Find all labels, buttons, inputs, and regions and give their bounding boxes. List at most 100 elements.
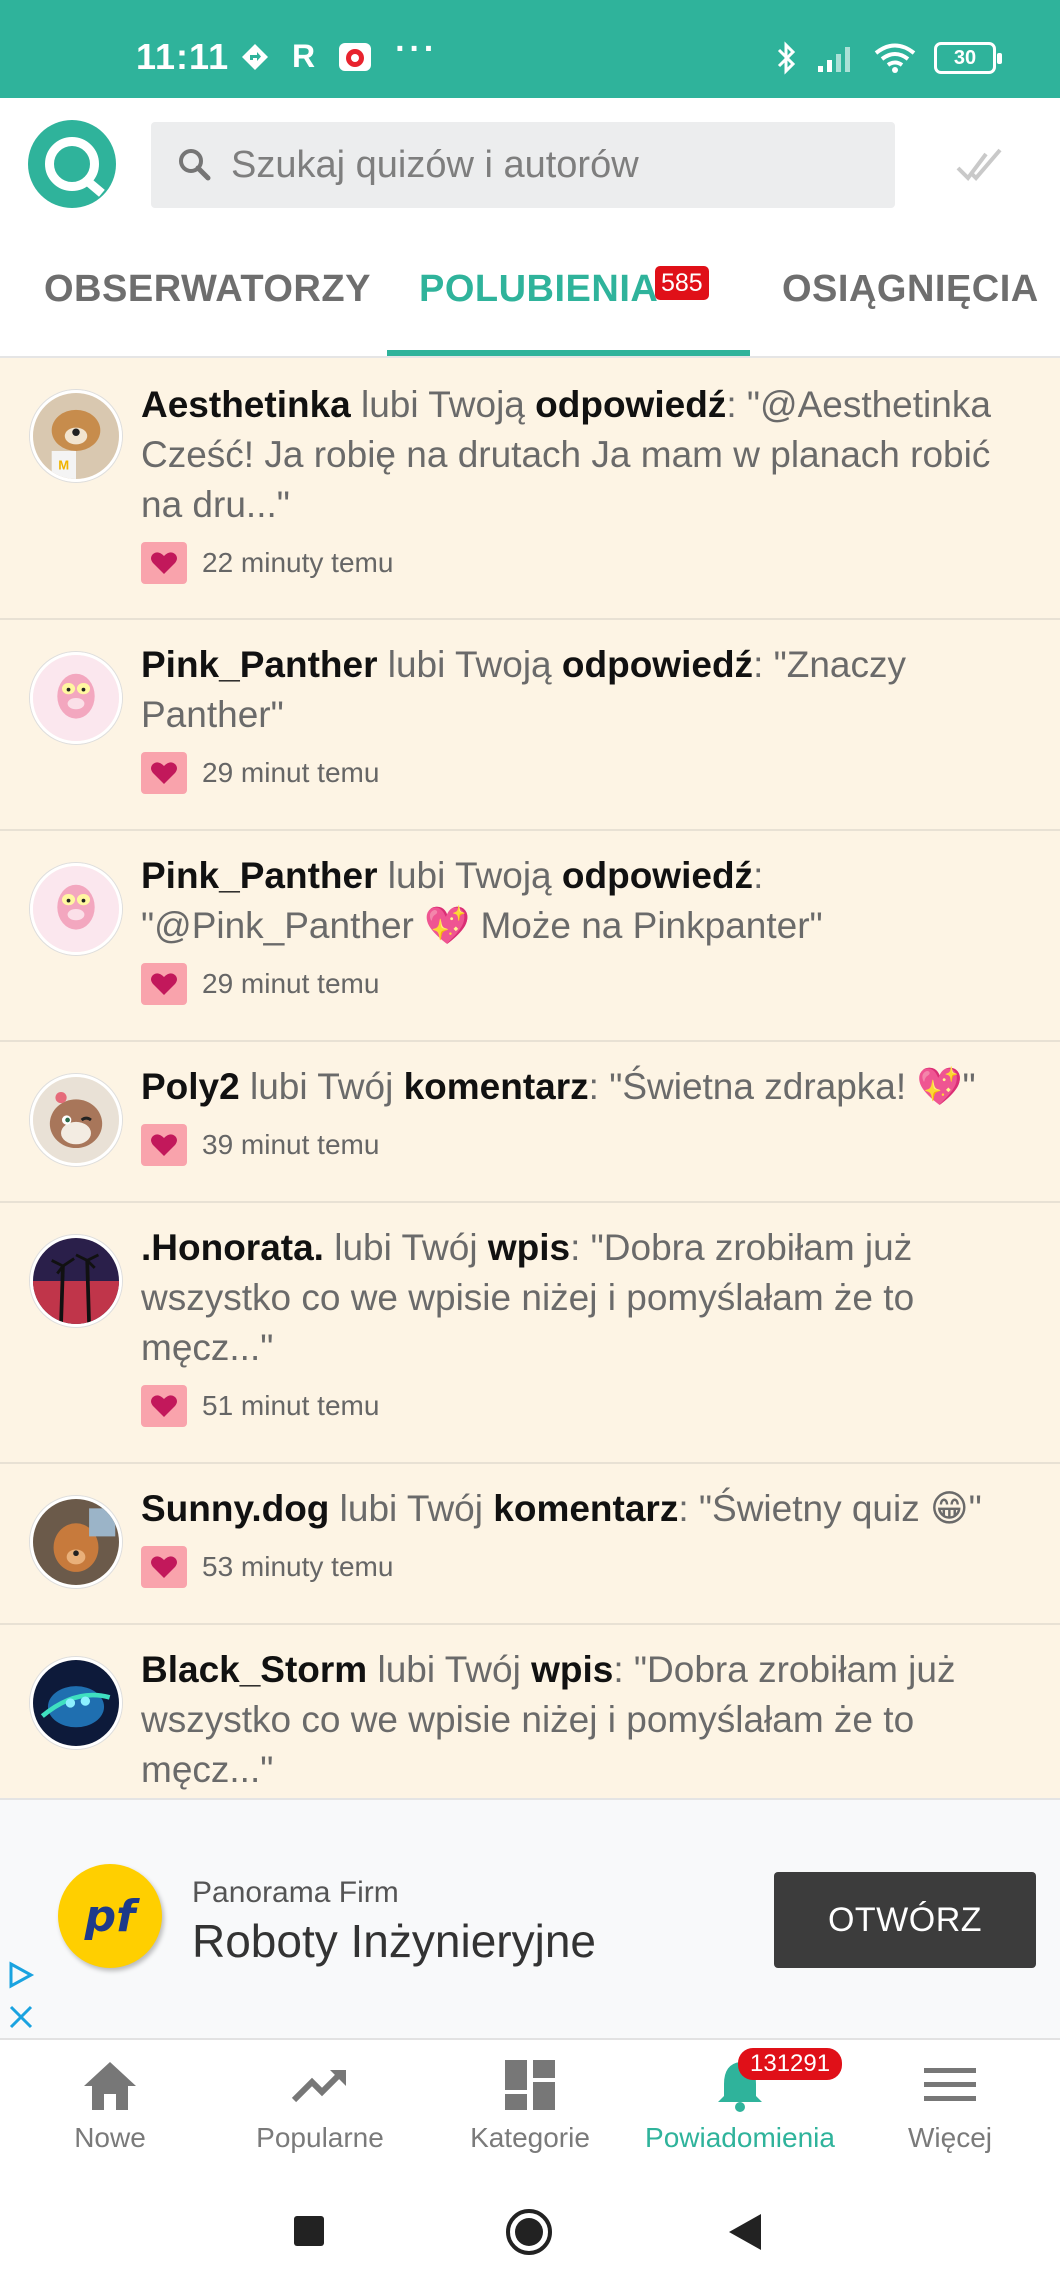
notifications-badge: 131291	[738, 2048, 843, 2080]
list-item[interactable]: Sunny.dog lubi Twój komentarz: "Świetny …	[0, 1464, 1060, 1625]
ad-banner[interactable]: pf Panorama Firm Roboty Inżynieryjne OTW…	[0, 1798, 1060, 2038]
menu-icon	[924, 2068, 976, 2101]
heart-icon	[141, 963, 187, 1005]
notification-meta: 29 minut temu	[141, 963, 379, 1005]
grid-icon	[505, 2060, 555, 2110]
recent-apps-icon[interactable]	[294, 2216, 324, 2246]
notification-user[interactable]: Aesthetinka	[141, 384, 351, 425]
heart-icon	[141, 1124, 187, 1166]
status-r-label: R	[292, 38, 316, 74]
search-bar[interactable]	[151, 122, 895, 208]
notification-user[interactable]: .Honorata.	[141, 1227, 324, 1268]
avatar	[30, 1657, 122, 1749]
notification-verb: lubi Twoją	[350, 384, 536, 425]
wifi-icon	[874, 43, 916, 73]
svg-text:M: M	[58, 458, 69, 473]
nav-popularne[interactable]: Popularne	[214, 2040, 426, 2170]
avatar	[30, 1235, 122, 1327]
status-more-dots: ···	[395, 30, 439, 68]
ad-choices-icon[interactable]	[6, 1960, 36, 1990]
heart-icon	[141, 542, 187, 584]
notification-quote: : "Świetny quiz 😁"	[678, 1488, 982, 1529]
ad-logo: pf	[58, 1864, 162, 1968]
heart-icon	[141, 752, 187, 794]
notification-object[interactable]: odpowiedź	[562, 855, 753, 896]
notification-time: 29 minut temu	[202, 968, 380, 999]
app-notification-icon	[339, 42, 372, 71]
notification-text: Pink_Panther lubi Twoją odpowiedź: "Znac…	[141, 640, 1031, 740]
logo-q-icon	[45, 137, 99, 191]
notification-verb: lubi Twój	[367, 1649, 532, 1690]
notification-object[interactable]: odpowiedź	[562, 644, 753, 685]
notification-user[interactable]: Pink_Panther	[141, 855, 377, 896]
app-header	[0, 98, 1060, 238]
list-item[interactable]: Black_Storm lubi Twój wpis: "Dobra zrobi…	[0, 1625, 1060, 1798]
ad-open-button[interactable]: OTWÓRZ	[774, 1872, 1036, 1968]
list-item[interactable]: Poly2 lubi Twój komentarz: "Świetna zdra…	[0, 1042, 1060, 1203]
avatar: M	[30, 390, 122, 482]
notification-user[interactable]: Sunny.dog	[141, 1488, 329, 1529]
nav-label: Popularne	[256, 2122, 384, 2153]
battery-level: 30	[953, 46, 977, 69]
notification-object[interactable]: komentarz	[493, 1488, 678, 1529]
notification-time: 29 minut temu	[202, 757, 380, 788]
home-button-icon[interactable]	[505, 2208, 553, 2256]
notification-verb: lubi Twoją	[377, 855, 562, 896]
notification-verb: lubi Twój	[323, 1227, 488, 1268]
bottom-nav: Nowe Popularne Kategorie 131291 Powiadom…	[0, 2038, 1060, 2168]
notification-object[interactable]: komentarz	[404, 1066, 589, 1107]
notification-user[interactable]: Black_Storm	[141, 1649, 367, 1690]
notification-user[interactable]: Poly2	[141, 1066, 240, 1107]
nav-powiadomienia[interactable]: 131291 Powiadomienia	[634, 2040, 846, 2170]
nav-label: Kategorie	[470, 2122, 590, 2153]
tab-obserwatorzy[interactable]: OBSERWATORZY	[44, 268, 371, 311]
home-icon	[84, 2062, 136, 2110]
notification-text: Pink_Panther lubi Twoją odpowiedź: "@Pin…	[141, 851, 1031, 951]
tab-polubienia-badge: 585	[655, 266, 709, 300]
mark-all-read-icon[interactable]	[956, 144, 1008, 188]
app-root: 11:11 R ··· 30 Szukaj quizów i autorów O…	[0, 0, 1060, 2296]
avatar	[30, 863, 122, 955]
nav-nowe[interactable]: Nowe	[4, 2040, 216, 2170]
notification-text: Poly2 lubi Twój komentarz: "Świetna zdra…	[141, 1062, 1031, 1112]
list-item[interactable]: Pink_Panther lubi Twoją odpowiedź: "Znac…	[0, 620, 1060, 831]
notification-time: 51 minut temu	[202, 1390, 380, 1421]
battery-indicator: 30	[934, 42, 1002, 74]
nav-wiecej[interactable]: Więcej	[844, 2040, 1056, 2170]
ad-brand: Panorama Firm	[192, 1876, 399, 1909]
tab-polubienia[interactable]: POLUBIENIA	[419, 268, 658, 311]
tab-osiagniecia[interactable]: OSIĄGNIĘCIA	[782, 268, 1039, 311]
notification-time: 22 minuty temu	[202, 547, 394, 578]
notification-user[interactable]: Pink_Panther	[141, 644, 377, 685]
trending-icon	[291, 2070, 346, 2103]
ad-close-icon[interactable]	[6, 2002, 36, 2032]
list-item[interactable]: .Honorata. lubi Twój wpis: "Dobra zrobił…	[0, 1203, 1060, 1464]
nav-label: Powiadomienia	[645, 2122, 835, 2153]
active-tab-indicator	[387, 350, 750, 356]
ad-logo-text: pf	[84, 1890, 136, 1942]
app-logo[interactable]	[28, 120, 116, 208]
notification-object[interactable]: wpis	[531, 1649, 613, 1690]
back-icon[interactable]	[727, 2212, 763, 2252]
system-nav-bar	[0, 2168, 1060, 2296]
list-item[interactable]: Pink_Panther lubi Twoją odpowiedź: "@Pin…	[0, 831, 1060, 1042]
notification-time: 53 minuty temu	[202, 1551, 394, 1582]
search-input[interactable]	[231, 143, 871, 187]
notification-text: .Honorata. lubi Twój wpis: "Dobra zrobił…	[141, 1223, 1031, 1373]
nav-kategorie[interactable]: Kategorie	[424, 2040, 636, 2170]
notification-meta: 29 minut temu	[141, 752, 379, 794]
avatar	[30, 1496, 122, 1588]
bluetooth-icon	[777, 41, 796, 75]
status-time: 11:11	[136, 36, 230, 77]
list-item[interactable]: M Aesthetinka lubi Twoją odpowiedź: "@Ae…	[0, 358, 1060, 620]
status-left-icons: R ···	[240, 30, 438, 75]
notification-meta: 39 minut temu	[141, 1124, 379, 1166]
tab-bar: OBSERWATORZY POLUBIENIA 585 OSIĄGNIĘCIA	[0, 238, 1060, 358]
notification-object[interactable]: odpowiedź	[535, 384, 726, 425]
avatar	[30, 1074, 122, 1166]
notification-text: Aesthetinka lubi Twoją odpowiedź: "@Aest…	[141, 380, 1031, 530]
notification-object[interactable]: wpis	[488, 1227, 570, 1268]
signal-icon	[818, 47, 850, 72]
notification-verb: lubi Twój	[239, 1066, 404, 1107]
status-bar: 11:11 R ··· 30	[0, 0, 1060, 98]
